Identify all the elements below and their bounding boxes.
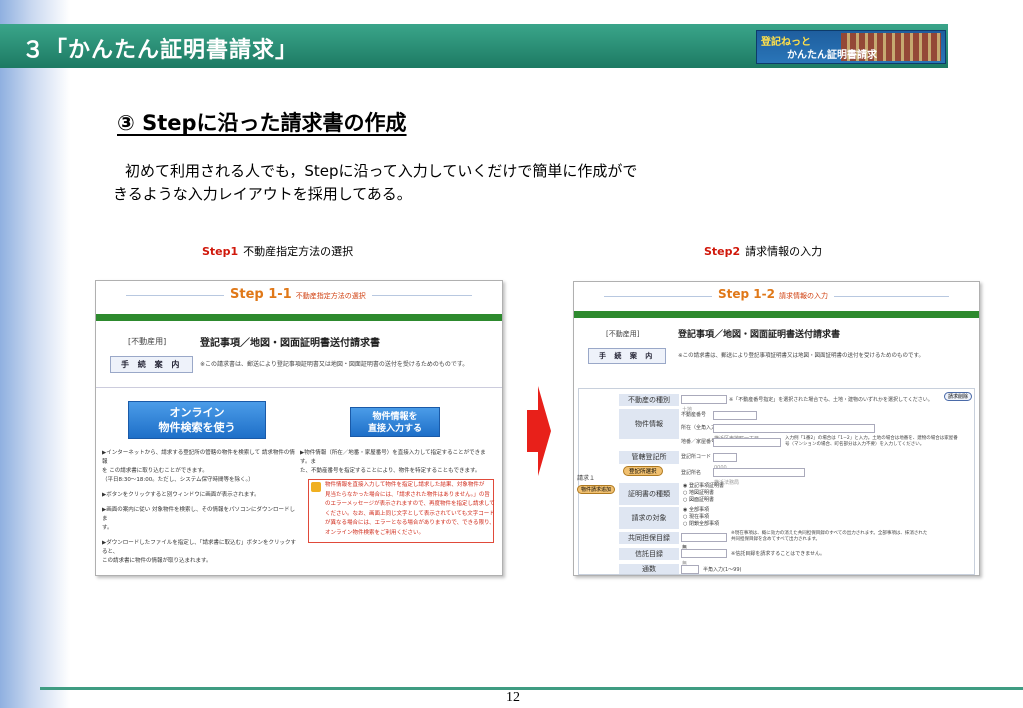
section-title: ③ Stepに沿った請求書の作成	[117, 111, 407, 135]
row-label-target: 請求の対象	[619, 507, 679, 529]
step1-screenshot: Step 1-1 不動産指定方法の選択 [不動産用] 登記事項／地図・図面証明書送…	[95, 280, 503, 576]
step2-text: 請求情報の入力	[745, 245, 823, 258]
step2-screen-title: Step 1-2 請求情報の入力	[712, 287, 834, 301]
joint-select[interactable]: 無	[681, 533, 727, 551]
target-option-closed[interactable]: ○ 閉鎖全部事項	[683, 521, 719, 528]
lot-number-label: 地番／家屋番号	[681, 439, 717, 445]
step1-right-notes: ▶物件情報（所在／地番・家屋番号）を直接入力して指定することができます。ま た、…	[300, 450, 486, 474]
step2-label: Step2	[704, 245, 741, 258]
intro-line1: 初めて利用される人でも，Stepに沿って入力していくだけで簡単に作成がで	[125, 162, 638, 180]
intro-paragraph: 初めて利用される人でも，Stepに沿って入力していくだけで簡単に作成がで きるよ…	[113, 160, 733, 206]
left-gradient-band	[0, 0, 70, 708]
step1-caption: Step1 不動産指定方法の選択	[202, 243, 353, 259]
location-field[interactable]: 横浜区東地町一丁目	[713, 424, 875, 442]
step1-guide-button[interactable]: 手 続 案 内	[110, 356, 194, 373]
step2-screen-header: Step 1-2 請求情報の入力	[574, 282, 979, 310]
side-label: 請求１	[577, 475, 596, 482]
step2-guide-button[interactable]: 手 続 案 内	[588, 348, 667, 364]
row-label-copies: 通数	[619, 564, 679, 574]
step1-guide-note: ※この請求書は、郵送により登記事項証明書又は地図・図面証明書の送付を受けるための…	[200, 361, 469, 368]
step1-warning-box: 物件情報を直接入力して物件を指定し請求した結果、対象物件が 見当たらなかった場合…	[308, 479, 495, 543]
logo: 登記ねっと かんたん証明書請求	[756, 30, 946, 64]
trust-select[interactable]: 無	[681, 549, 727, 567]
cert-option-drawing[interactable]: ○ 図面証明書	[683, 497, 724, 504]
add-property-button[interactable]: 物件請求追加	[577, 485, 616, 494]
step1-text: 不動産指定方法の選択	[243, 245, 354, 258]
cert-option-register[interactable]: ◉ 登記事項証明書	[683, 483, 724, 490]
trust-note: ※信託目録を請求することはできません。	[731, 551, 826, 557]
step1-greenbar	[96, 314, 502, 321]
step2-greenbar	[574, 311, 979, 318]
copies-note: 半角入力(1〜99)	[703, 567, 742, 573]
step1-screen-header: Step 1-1 不動産指定方法の選択	[96, 281, 502, 309]
office-name-label: 登記所名	[681, 470, 702, 476]
step2-guide-note: ※この請求書は、郵送により登記事項証明書又は地図・図面証明書の送付を受けるための…	[678, 353, 924, 359]
office-name-field[interactable]: 横浜法務局	[713, 468, 805, 486]
office-code-field[interactable]: 0000	[713, 453, 737, 471]
page-title: ３「かんたん証明書請求」	[22, 38, 299, 63]
cert-options: ◉ 登記事項証明書 ○ 地図証明書 ○ 図面証明書	[683, 483, 724, 504]
step1-label: Step1	[202, 245, 239, 258]
delete-request-button[interactable]: 請求削除	[943, 392, 972, 401]
step2-form-table: 不動産の種別 物件情報 管轄登記所 証明書の種類 請求の対象 共同担保目録 信託…	[577, 388, 975, 575]
footer-line	[40, 687, 1023, 690]
row-label-type: 不動産の種別	[619, 394, 679, 406]
joint-note: ※現在事項は、概に効力の消えた共同担保目録のすべての出力されます。全部事項は、抹…	[731, 531, 928, 542]
step1-screen-title: Step 1-1 不動産指定方法の選択	[224, 287, 372, 302]
office-select-button[interactable]: 登記所選択	[623, 466, 663, 476]
office-code-label: 登記所コード	[681, 454, 712, 460]
row-label-trust: 信託目録	[619, 548, 679, 560]
target-option-current[interactable]: ○ 現在事項	[683, 514, 719, 521]
intro-line2: きるような入力レイアウトを採用してある。	[113, 185, 412, 203]
step2-screenshot: Step 1-2 請求情報の入力 [不動産用] 登記事項／地図・図面証明書送付請求…	[573, 281, 980, 576]
logo-line2: かんたん証明書請求	[787, 50, 877, 61]
row-label-office: 管轄登記所	[619, 451, 679, 464]
step2-category: [不動産用]	[606, 330, 640, 338]
property-number-label: 不動産番号	[681, 412, 707, 418]
step1-form-title: 登記事項／地図・図面証明書送付請求書	[200, 338, 380, 349]
step1-left-notes: ▶インターネットから、請求する登記所の管轄の物件を検索して 請求物件の情報 を …	[102, 450, 296, 564]
step2-form-title: 登記事項／地図・図面証明書送付請求書	[678, 330, 841, 340]
type-select[interactable]: 土地	[681, 395, 727, 413]
row-label-cert: 証明書の種類	[619, 483, 679, 505]
property-hint: 入力例「1番2」の場合は「1−2」と入力。土地の場合は地番を、建物の場合は家屋番…	[785, 436, 958, 447]
target-options: ◉ 全部事項 ○ 現在事項 ○ 閉鎖全部事項	[683, 507, 719, 528]
row-label-joint: 共同担保目録	[619, 532, 679, 544]
target-option-all[interactable]: ◉ 全部事項	[683, 507, 719, 514]
cert-option-map[interactable]: ○ 地図証明書	[683, 490, 724, 497]
step1-warning-text: 物件情報を直接入力して物件を指定し請求した結果、対象物件が 見当たらなかった場合…	[325, 482, 495, 536]
direct-input-button[interactable]: 物件情報を 直接入力する	[350, 407, 440, 437]
step2-caption: Step2 請求情報の入力	[704, 243, 822, 259]
lot-number-field[interactable]	[713, 438, 781, 447]
warning-icon	[311, 482, 321, 492]
step1-category: [不動産用]	[128, 337, 167, 346]
online-search-button[interactable]: オンライン 物件検索を使う	[128, 401, 266, 439]
copies-field[interactable]	[681, 565, 699, 574]
arrow-right-icon	[527, 386, 551, 476]
page-number: 12	[506, 690, 520, 705]
row-label-property: 物件情報	[619, 409, 679, 439]
type-note: ※「不動産番号指定」を選択された場合でも、土地・建物のいずれかを選択してください…	[729, 397, 933, 403]
property-number-field[interactable]	[713, 411, 757, 420]
